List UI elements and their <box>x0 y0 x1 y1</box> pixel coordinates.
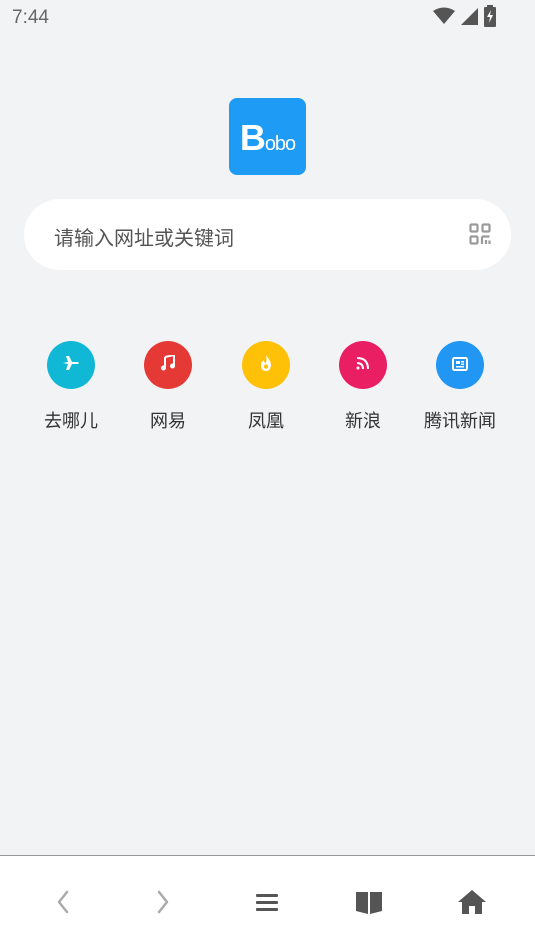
status-time: 7:44 <box>12 7 49 28</box>
newspaper-icon <box>452 356 468 375</box>
search-input-placeholder[interactable]: 请输入网址或关键词 <box>54 222 234 251</box>
status-bar: 7:44 <box>0 0 535 36</box>
book-icon <box>355 889 383 919</box>
shortcut-tencent-news[interactable]: 腾讯新闻 <box>410 341 510 433</box>
chevron-left-icon <box>56 890 70 918</box>
logo-text: Bobo <box>239 116 296 158</box>
rss-icon <box>355 355 371 375</box>
flame-icon <box>258 354 274 376</box>
bottom-navigation <box>0 856 535 951</box>
shortcut-label: 凤凰 <box>248 411 284 432</box>
shortcut-label: 新浪 <box>345 411 381 432</box>
shortcut-circle[interactable] <box>339 341 387 389</box>
shortcut-label: 网易 <box>150 411 186 432</box>
qr-code-icon[interactable] <box>469 223 491 245</box>
shortcut-circle[interactable] <box>47 341 95 389</box>
bobo-logo: Bobo <box>229 98 306 175</box>
shortcut-label: 去哪儿 <box>44 411 98 432</box>
music-note-icon <box>160 353 176 375</box>
search-bar[interactable]: 请输入网址或关键词 <box>24 199 511 270</box>
home-button[interactable] <box>452 888 492 920</box>
shortcut-netease[interactable]: 网易 <box>118 341 218 433</box>
shortcut-ifeng[interactable]: 凤凰 <box>216 341 316 433</box>
home-icon <box>457 889 487 919</box>
menu-button[interactable] <box>247 888 287 920</box>
shortcut-label: 腾讯新闻 <box>424 411 496 432</box>
shortcut-circle[interactable] <box>436 341 484 389</box>
shortcut-qunar[interactable]: 去哪儿 <box>21 341 121 433</box>
wifi-icon <box>433 7 455 29</box>
status-icons <box>433 5 497 31</box>
airplane-icon <box>62 354 80 376</box>
forward-button[interactable] <box>143 888 183 920</box>
menu-icon <box>255 892 279 916</box>
back-button[interactable] <box>43 888 83 920</box>
shortcut-circle[interactable] <box>144 341 192 389</box>
logo-rest: obo <box>264 132 296 155</box>
logo-letter: B <box>239 116 266 158</box>
shortcut-sina[interactable]: 新浪 <box>313 341 413 433</box>
shortcut-circle[interactable] <box>242 341 290 389</box>
cellular-signal-icon <box>459 6 479 30</box>
chevron-right-icon <box>156 890 170 918</box>
bookmarks-button[interactable] <box>349 888 389 920</box>
battery-charging-icon <box>483 5 497 31</box>
